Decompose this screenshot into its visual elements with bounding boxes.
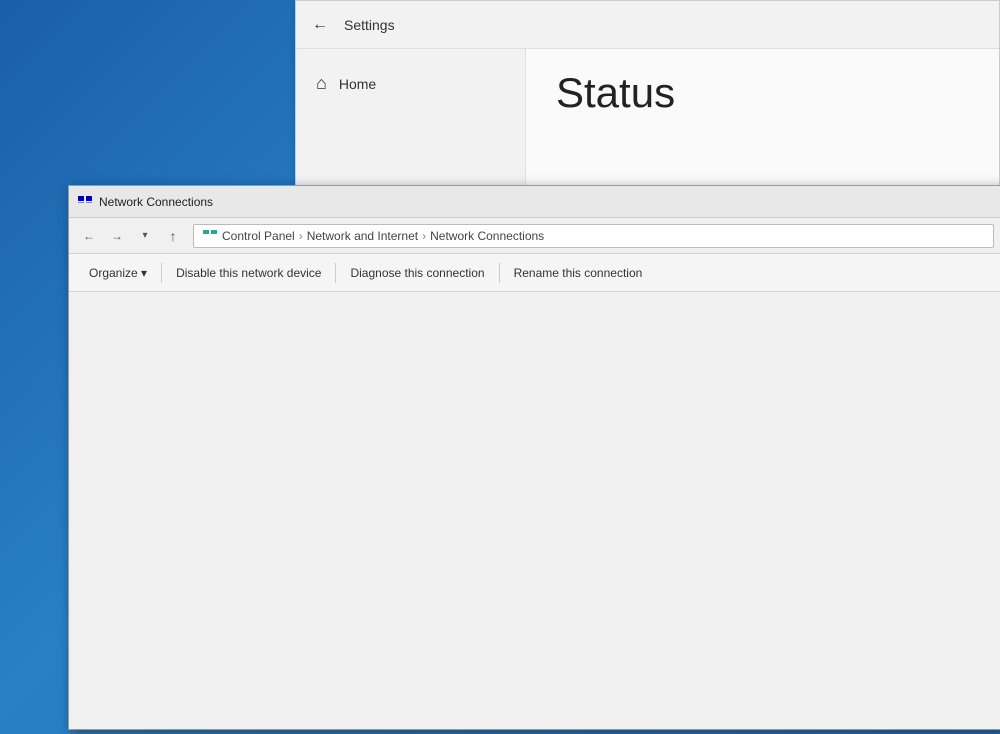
nc-dropdown-button[interactable]: ▾ [133, 224, 157, 248]
nc-breadcrumb[interactable]: Control Panel › Network and Internet › N… [193, 224, 994, 248]
actions-sep3 [499, 263, 500, 283]
nc-up-button[interactable]: ↑ [161, 224, 185, 248]
nc-forward-button[interactable]: → [105, 224, 129, 248]
nc-toolbar: ← → ▾ ↑ Control Panel › Network and Inte… [69, 218, 1000, 254]
organize-button[interactable]: Organize ▾ [77, 260, 159, 286]
nc-title-text: Network Connections [99, 195, 213, 209]
settings-status-title: Status [556, 69, 969, 117]
breadcrumb-sep1: › [299, 229, 303, 243]
settings-titlebar: ← Settings [296, 1, 999, 49]
settings-title: Settings [344, 17, 395, 33]
disable-device-button[interactable]: Disable this network device [164, 260, 333, 286]
settings-home-nav[interactable]: ⌂ Home [296, 61, 525, 106]
breadcrumb-part2: Network and Internet [307, 229, 418, 243]
nc-title-icon [77, 194, 93, 210]
actions-sep2 [335, 263, 336, 283]
settings-back-button[interactable]: ← [312, 16, 328, 34]
breadcrumb-part1: Control Panel [222, 229, 295, 243]
breadcrumb-sep2: › [422, 229, 426, 243]
breadcrumb-icon [202, 228, 218, 244]
diagnose-connection-button[interactable]: Diagnose this connection [338, 260, 496, 286]
nc-titlebar: Network Connections [69, 186, 1000, 218]
network-connections-window: Network Connections ← → ▾ ↑ Control Pane… [68, 185, 1000, 730]
rename-connection-button[interactable]: Rename this connection [502, 260, 655, 286]
settings-home-label: Home [339, 76, 376, 92]
actions-sep1 [161, 263, 162, 283]
nc-back-button[interactable]: ← [77, 224, 101, 248]
home-icon: ⌂ [316, 73, 327, 94]
breadcrumb-part3: Network Connections [430, 229, 544, 243]
nc-actions-bar: Organize ▾ Disable this network device D… [69, 254, 1000, 292]
